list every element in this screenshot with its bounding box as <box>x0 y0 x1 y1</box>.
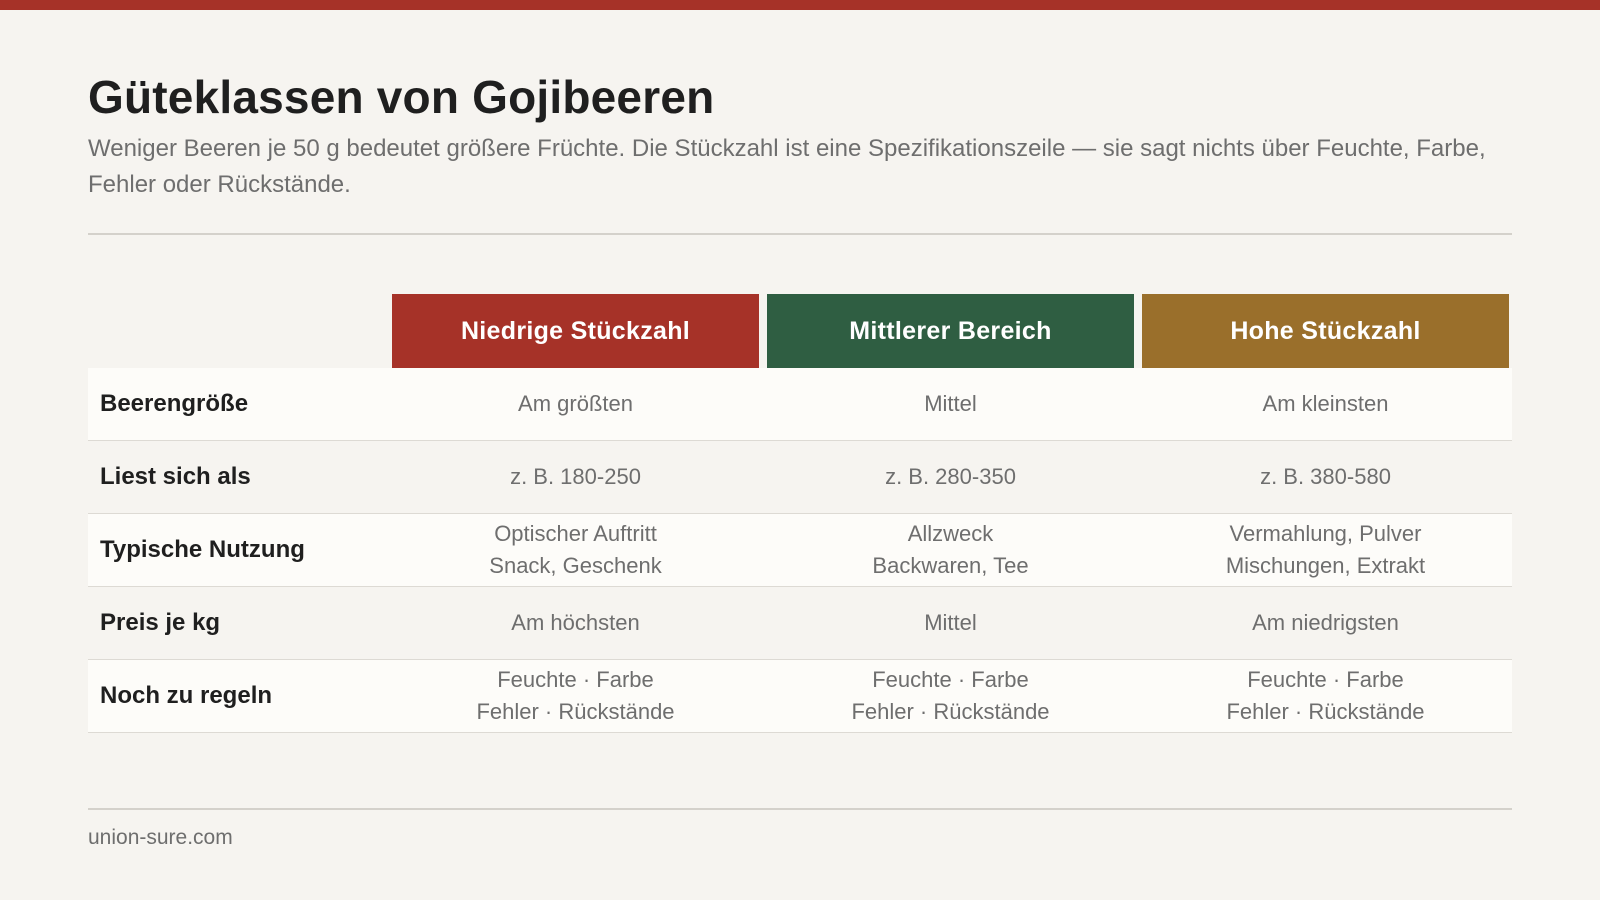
header-divider <box>88 233 1512 235</box>
cell-line: Snack, Geschenk <box>489 553 662 578</box>
table-cell: Vermahlung, Pulver Mischungen, Extrakt <box>1142 514 1509 586</box>
row-label: Noch zu regeln <box>100 682 273 709</box>
cell-line: Mischungen, Extrakt <box>1225 553 1426 578</box>
row-label: Typische Nutzung <box>100 536 305 563</box>
cell-line: Fehler · Rückstände <box>476 699 675 724</box>
cell-line: Feuchte · Farbe <box>497 667 654 692</box>
table-cell: Feuchte · Farbe Fehler · Rückstände <box>1142 660 1509 732</box>
row-label: Liest sich als <box>100 463 251 490</box>
cell-line: Am niedrigsten <box>1252 610 1399 635</box>
top-accent-bar <box>0 0 1600 10</box>
cell-line: Am höchsten <box>511 610 640 635</box>
page-title: Güteklassen von Gojibeeren <box>88 71 715 123</box>
table-row-berry-size: Beerengröße Am größten Mittel Am kleinst… <box>88 368 1512 441</box>
cell-line: Mittel <box>924 391 977 416</box>
cell-line: Allzweck <box>907 521 994 546</box>
cell-line: Backwaren, Tee <box>872 553 1029 578</box>
table-cell: Feuchte · Farbe Fehler · Rückstände <box>767 660 1134 732</box>
table-row-price-per-kg: Preis je kg Am höchsten Mittel Am niedri… <box>88 587 1512 660</box>
cell-line: Am kleinsten <box>1262 391 1389 416</box>
table-cell: Am höchsten <box>392 587 759 659</box>
footer-divider <box>88 808 1512 810</box>
row-label: Preis je kg <box>100 609 221 636</box>
cell-line: Optischer Auftritt <box>494 521 657 546</box>
table-row-reads-as: Liest sich als z. B. 180-250 z. B. 280-3… <box>88 441 1512 514</box>
table-cell: Am niedrigsten <box>1142 587 1509 659</box>
table-row-typical-use: Typische Nutzung Optischer Auftritt Snac… <box>88 514 1512 587</box>
table-header-row: Niedrige Stückzahl Mittlerer Bereich Hoh… <box>88 294 1512 368</box>
cell-line: Fehler · Rückstände <box>1226 699 1425 724</box>
table-row-still-to-settle: Noch zu regeln Feuchte · Farbe Fehler · … <box>88 660 1512 733</box>
cell-line: Vermahlung, Pulver <box>1229 521 1422 546</box>
grade-comparison-table: Niedrige Stückzahl Mittlerer Bereich Hoh… <box>88 294 1512 733</box>
cell-line: Feuchte · Farbe <box>872 667 1029 692</box>
table-cell: z. B. 180-250 <box>392 441 759 513</box>
table-cell: Allzweck Backwaren, Tee <box>767 514 1134 586</box>
table-cell: Optischer Auftritt Snack, Geschenk <box>392 514 759 586</box>
page-subtitle: Weniger Beeren je 50 g bedeutet größere … <box>88 135 1486 198</box>
table-cell: Mittel <box>767 587 1134 659</box>
cell-line: Am größten <box>518 391 633 416</box>
cell-line: Fehler · Rückstände <box>851 699 1050 724</box>
table-cell: Mittel <box>767 368 1134 440</box>
table-cell: Am größten <box>392 368 759 440</box>
table-cell: Feuchte · Farbe Fehler · Rückstände <box>392 660 759 732</box>
table-cell: z. B. 380-580 <box>1142 441 1509 513</box>
column-header-mid-range: Mittlerer Bereich <box>767 294 1134 368</box>
column-header-high-count: Hohe Stückzahl <box>1142 294 1509 368</box>
column-header-low-count: Niedrige Stückzahl <box>392 294 759 368</box>
cell-line: Feuchte · Farbe <box>1247 667 1404 692</box>
table-cell: Am kleinsten <box>1142 368 1509 440</box>
cell-line: Mittel <box>924 610 977 635</box>
cell-line: z. B. 380-580 <box>1260 464 1391 489</box>
cell-line: z. B. 180-250 <box>510 464 641 489</box>
footer-source: union-sure.com <box>88 826 233 849</box>
cell-line: z. B. 280-350 <box>885 464 1016 489</box>
table-cell: z. B. 280-350 <box>767 441 1134 513</box>
row-label: Beerengröße <box>100 390 249 417</box>
